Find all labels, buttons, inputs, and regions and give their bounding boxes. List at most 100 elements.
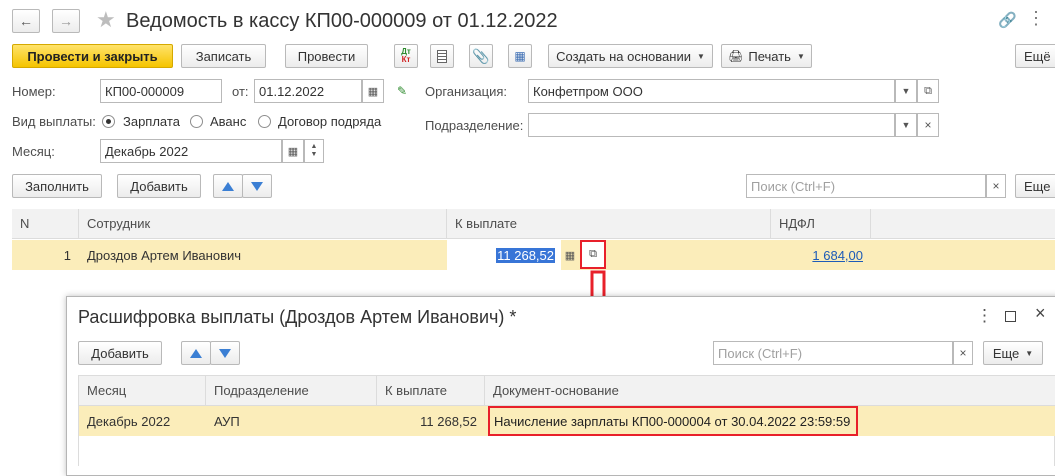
col-header-payment[interactable]: К выплате [447, 209, 771, 239]
col-header-filler [871, 209, 1055, 239]
structure-button[interactable]: ▦ [508, 44, 532, 68]
dialog-row-document[interactable]: Начисление зарплаты КП00-000004 от 30.04… [488, 406, 858, 436]
add-row-button[interactable]: Добавить [117, 174, 201, 198]
dialog-search-input[interactable]: Поиск (Ctrl+F) [713, 341, 953, 365]
more-button[interactable]: Ещё [1015, 44, 1055, 68]
organization-field[interactable]: Конфетпром ООО [528, 79, 895, 103]
col-header-employee[interactable]: Сотрудник [79, 209, 447, 239]
chevron-down-icon: ▼ [901, 120, 911, 130]
month-field[interactable]: Декабрь 2022 [100, 139, 282, 163]
more-vertical-icon[interactable]: ⋮ [1027, 8, 1045, 29]
organization-label: Организация: [425, 84, 508, 99]
dialog-col-header-month[interactable]: Месяц [79, 376, 206, 406]
radio-salary[interactable] [102, 115, 115, 128]
row-employee: Дроздов Артем Иванович [87, 247, 242, 263]
calendar-icon: ▦ [367, 85, 379, 98]
print-button[interactable]: 🖨 Печать ▼ [721, 44, 812, 68]
post-button[interactable]: Провести [285, 44, 368, 68]
month-stepper[interactable]: ▲ ▼ [304, 139, 324, 163]
more-vertical-icon[interactable]: ⋮ [976, 306, 993, 326]
search-input[interactable]: Поиск (Ctrl+F) [746, 174, 986, 198]
move-down-button[interactable] [242, 174, 272, 198]
dialog-add-button[interactable]: Добавить [78, 341, 162, 365]
dialog-row-department: АУП [214, 413, 240, 429]
save-button[interactable]: Записать [181, 44, 266, 68]
chevron-down-icon: ▼ [796, 51, 805, 61]
radio-advance-label[interactable]: Аванс [210, 114, 246, 130]
payment-type-label: Вид выплаты: [12, 114, 96, 129]
dialog-col-header-document[interactable]: Документ-основание [485, 376, 1055, 406]
arrow-right-icon: → [59, 13, 73, 29]
close-icon[interactable]: × [1035, 303, 1046, 324]
arrow-up-icon [190, 348, 202, 358]
stepper-up-icon[interactable]: ▲ [311, 143, 318, 151]
department-field[interactable] [528, 113, 895, 137]
paperclip-icon: 📎 [472, 47, 490, 64]
open-icon: ⧉ [589, 248, 597, 260]
organization-dropdown-button[interactable]: ▼ [895, 79, 917, 103]
search-clear-button[interactable]: × [986, 174, 1006, 198]
move-up-button[interactable] [213, 174, 243, 198]
dialog-row-payment: 11 268,52 [420, 413, 477, 429]
dialog-move-down-button[interactable] [210, 341, 240, 365]
calculator-icon: ▦ [564, 249, 576, 262]
attach-button[interactable]: 📎 [469, 44, 493, 68]
row-n: 1 [63, 247, 71, 263]
department-label: Подразделение: [425, 118, 524, 133]
month-calendar-button[interactable]: ▦ [282, 139, 304, 163]
create-based-on-button[interactable]: Создать на основании ▼ [548, 44, 713, 68]
table-more-button[interactable]: Еще [1015, 174, 1055, 198]
window-title: Ведомость в кассу КП00-000009 от 01.12.2… [126, 10, 558, 32]
clear-icon: × [924, 118, 932, 132]
chevron-down-icon: ▼ [1025, 348, 1034, 358]
dialog-col-header-payment[interactable]: К выплате [377, 376, 485, 406]
report-button[interactable] [430, 44, 454, 68]
radio-salary-label[interactable]: Зарплата [123, 114, 180, 130]
department-dropdown-button[interactable]: ▼ [895, 113, 917, 137]
month-label: Месяц: [12, 144, 55, 159]
payment-calc-button[interactable]: ▦ [561, 243, 579, 267]
post-and-close-button[interactable]: Провести и закрыть [12, 44, 173, 68]
dialog-row-month: Декабрь 2022 [87, 413, 171, 429]
fill-button[interactable]: Заполнить [12, 174, 102, 198]
printer-icon: 🖨 [728, 49, 744, 63]
post-status-icon[interactable]: ✎ [397, 84, 407, 98]
col-header-ndfl[interactable]: НДФЛ [771, 209, 871, 239]
date-label: от: [232, 84, 249, 99]
dialog-move-up-button[interactable] [181, 341, 211, 365]
department-clear-button[interactable]: × [917, 113, 939, 137]
col-header-n[interactable]: N [12, 209, 79, 239]
maximize-icon[interactable] [1005, 311, 1016, 322]
dialog-more-button[interactable]: Еще ▼ [983, 341, 1043, 365]
organization-open-button[interactable]: ⧉ [917, 79, 939, 103]
dt-kt-button[interactable]: Дт Кт [394, 44, 418, 68]
chevron-down-icon: ▼ [901, 86, 911, 96]
payment-open-button[interactable]: ⧉ [580, 240, 606, 269]
clear-icon: × [959, 346, 967, 360]
radio-advance[interactable] [190, 115, 203, 128]
number-field[interactable]: КП00-000009 [100, 79, 222, 103]
clear-icon: × [992, 179, 1000, 193]
row-ndfl-link[interactable]: 1 684,00 [771, 240, 871, 270]
arrow-down-icon [251, 181, 263, 191]
date-field[interactable]: 01.12.2022 [254, 79, 362, 103]
document-list-icon [437, 49, 447, 63]
stepper-down-icon[interactable]: ▼ [311, 151, 318, 159]
star-icon[interactable]: ★ [96, 7, 116, 33]
back-button[interactable]: ← [12, 9, 40, 33]
forward-button[interactable]: → [52, 9, 80, 33]
radio-contract-label[interactable]: Договор подряда [278, 114, 381, 130]
hierarchy-icon: ▦ [514, 49, 526, 63]
payment-edit-field[interactable]: 11 268,52 [447, 240, 561, 270]
dialog-search-clear-button[interactable]: × [953, 341, 973, 365]
calendar-icon: ▦ [287, 145, 299, 158]
calendar-button[interactable]: ▦ [362, 79, 384, 103]
arrow-left-icon: ← [19, 13, 33, 29]
number-label: Номер: [12, 84, 56, 99]
radio-contract[interactable] [258, 115, 271, 128]
dt-kt-icon: Дт Кт [401, 47, 411, 64]
dialog-col-header-department[interactable]: Подразделение [206, 376, 377, 406]
link-icon[interactable]: 🔗 [998, 11, 1017, 29]
arrow-up-icon [222, 181, 234, 191]
dialog-title: Расшифровка выплаты (Дроздов Артем Ивано… [78, 307, 517, 327]
